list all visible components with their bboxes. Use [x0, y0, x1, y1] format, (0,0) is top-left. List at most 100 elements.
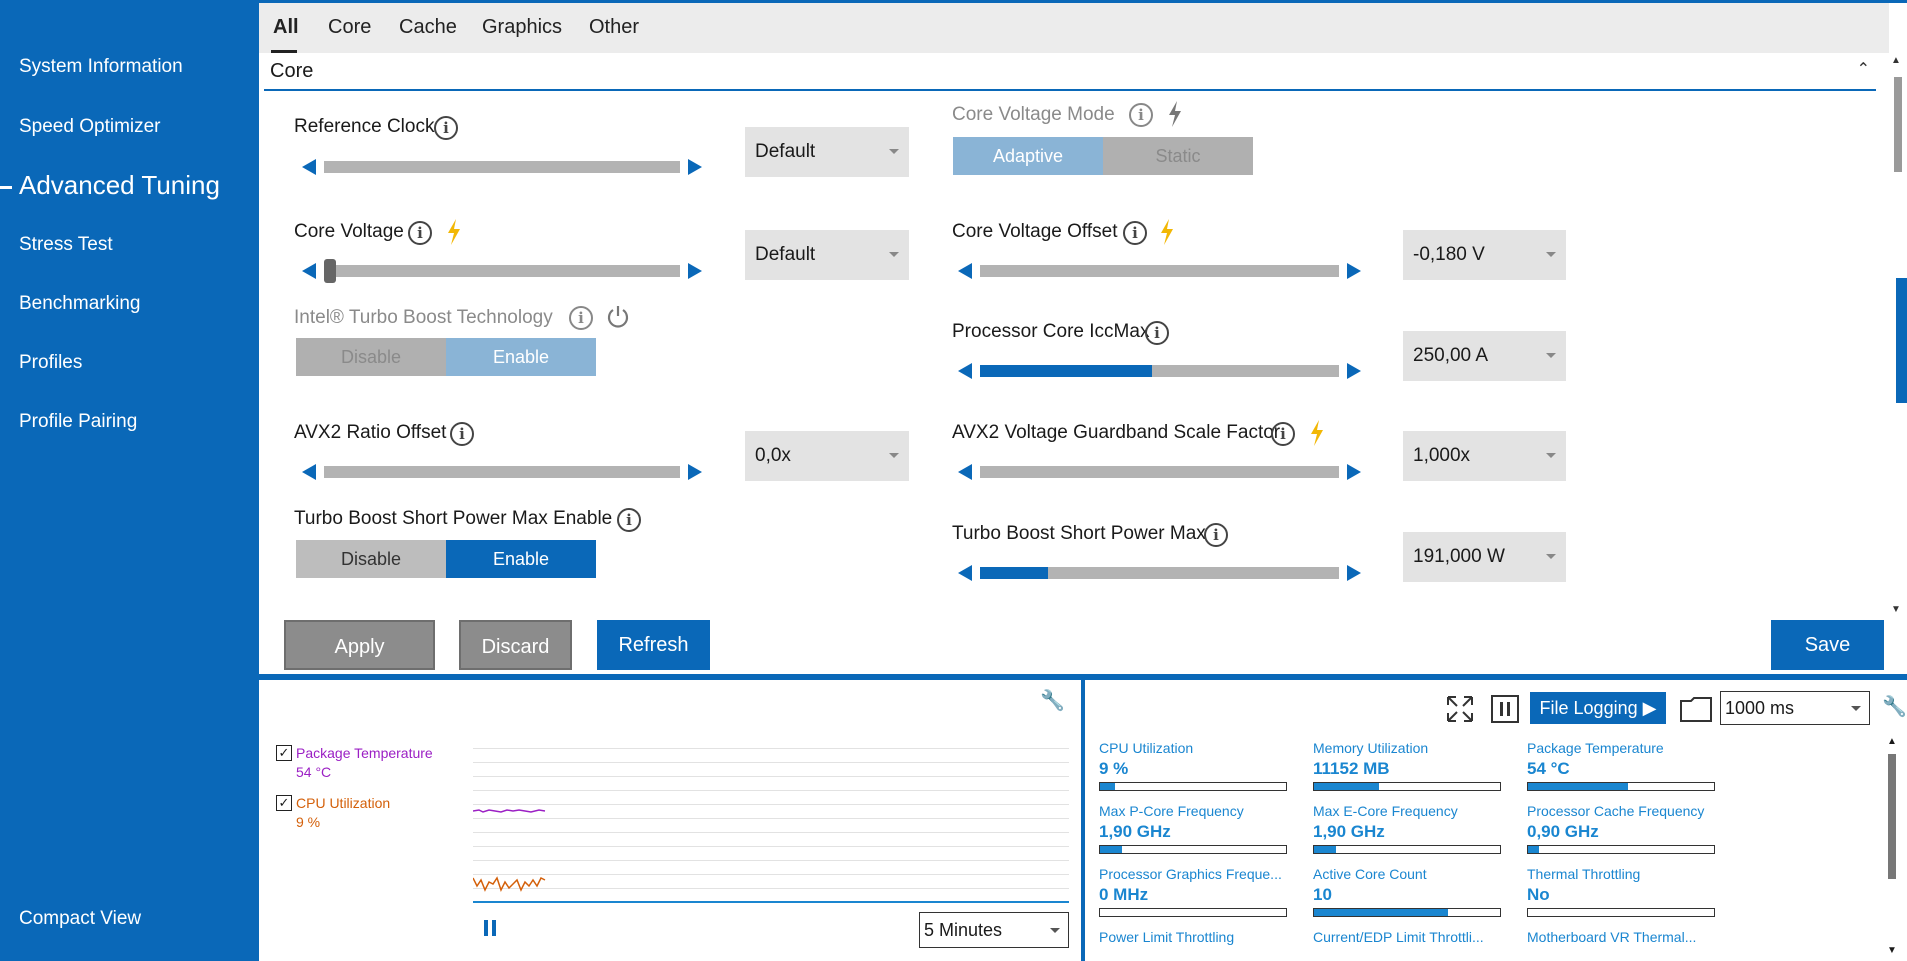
reference-clock-slider[interactable] [302, 156, 702, 178]
nav-profiles[interactable]: Profiles [19, 352, 82, 374]
info-icon[interactable]: i [434, 116, 458, 140]
turbo-boost-tech-label: Intel® Turbo Boost Technology [294, 307, 553, 328]
file-logging-button[interactable]: File Logging ▶ [1530, 692, 1666, 724]
turbo-short-power-max-enable-toggle[interactable]: Disable Enable [296, 540, 596, 578]
cpu-utilization-checkbox[interactable]: ✓ [276, 795, 292, 811]
scroll-up-icon[interactable]: ▲ [1887, 736, 1897, 747]
scroll-down-icon[interactable]: ▼ [1891, 604, 1901, 615]
slider-track[interactable] [980, 265, 1339, 277]
info-icon[interactable]: i [617, 508, 641, 532]
info-icon[interactable]: i [1271, 422, 1295, 446]
tab-other[interactable]: Other [589, 16, 639, 39]
gridline [473, 762, 1069, 763]
disable-option[interactable]: Disable [296, 338, 446, 376]
side-panel-handle[interactable] [1896, 278, 1907, 403]
decrement-arrow-icon[interactable] [302, 464, 316, 480]
decrement-arrow-icon[interactable] [302, 159, 316, 175]
increment-arrow-icon[interactable] [688, 159, 702, 175]
increment-arrow-icon[interactable] [1347, 263, 1361, 279]
tab-core[interactable]: Core [328, 16, 371, 39]
info-icon[interactable]: i [1129, 103, 1153, 127]
decrement-arrow-icon[interactable] [958, 464, 972, 480]
info-icon[interactable]: i [408, 221, 432, 245]
time-range-select[interactable]: 5 Minutes [919, 912, 1069, 948]
logging-interval-select[interactable]: 1000 ms [1720, 691, 1870, 725]
chevron-down-icon [889, 149, 899, 154]
scroll-up-icon[interactable]: ▲ [1891, 55, 1901, 66]
refresh-button[interactable]: Refresh [597, 620, 710, 670]
core-voltage-offset-slider[interactable] [958, 260, 1361, 282]
apply-button[interactable]: Apply [284, 620, 435, 670]
pause-icon[interactable] [1490, 694, 1520, 724]
enable-option[interactable]: Enable [446, 338, 596, 376]
increment-arrow-icon[interactable] [1347, 464, 1361, 480]
avx2-guardband-slider[interactable] [958, 461, 1361, 483]
turbo-short-power-max-slider[interactable] [958, 562, 1361, 584]
decrement-arrow-icon[interactable] [302, 263, 316, 279]
core-voltage-dropdown[interactable]: Default [745, 230, 909, 280]
section-header-core[interactable]: Core ⌃ [264, 55, 1876, 91]
processor-core-iccmax-dropdown[interactable]: 250,00 A [1403, 331, 1566, 381]
avx2-ratio-offset-dropdown[interactable]: 0,0x [745, 431, 909, 481]
legend-package-temperature-name: Package Temperature [296, 745, 433, 761]
folder-icon[interactable] [1679, 695, 1713, 723]
turbo-short-power-max-dropdown[interactable]: 191,000 W [1403, 532, 1566, 582]
slider-track[interactable] [324, 259, 680, 283]
scrollbar-thumb[interactable] [1894, 77, 1902, 172]
info-icon[interactable]: i [450, 422, 474, 446]
increment-arrow-icon[interactable] [688, 263, 702, 279]
nav-profile-pairing[interactable]: Profile Pairing [19, 411, 137, 433]
nav-system-information[interactable]: System Information [19, 56, 183, 78]
tab-cache[interactable]: Cache [399, 16, 457, 39]
slider-track[interactable] [324, 161, 680, 173]
slider-track[interactable] [980, 466, 1339, 478]
nav-advanced-tuning[interactable]: Advanced Tuning [19, 170, 220, 201]
save-button[interactable]: Save [1771, 620, 1884, 670]
metric-bar-fill [1100, 846, 1123, 853]
nav-speed-optimizer[interactable]: Speed Optimizer [19, 116, 161, 138]
metric-bar-fill [1528, 846, 1540, 853]
reference-clock-dropdown[interactable]: Default [745, 127, 909, 177]
pause-icon[interactable] [484, 920, 498, 936]
info-icon[interactable]: i [1123, 221, 1147, 245]
discard-button[interactable]: Discard [459, 620, 572, 670]
nav-benchmarking[interactable]: Benchmarking [19, 293, 140, 315]
increment-arrow-icon[interactable] [1347, 565, 1361, 581]
chevron-up-icon[interactable]: ⌃ [1857, 59, 1870, 79]
avx2-guardband-dropdown[interactable]: 1,000x [1403, 431, 1566, 481]
disable-option[interactable]: Disable [296, 540, 446, 578]
increment-arrow-icon[interactable] [1347, 363, 1361, 379]
package-temperature-checkbox[interactable]: ✓ [276, 745, 292, 761]
slider-track[interactable] [980, 365, 1339, 377]
gridline [473, 860, 1069, 861]
info-icon[interactable]: i [569, 306, 593, 330]
compact-view-link[interactable]: Compact View [19, 908, 141, 930]
core-voltage-slider[interactable] [302, 259, 702, 283]
nav-stress-test[interactable]: Stress Test [19, 234, 113, 256]
tab-graphics[interactable]: Graphics [482, 16, 562, 39]
increment-arrow-icon[interactable] [688, 464, 702, 480]
core-voltage-mode-toggle[interactable]: Adaptive Static [953, 137, 1253, 175]
info-icon[interactable]: i [1204, 523, 1228, 547]
wrench-icon[interactable]: 🔧 [1040, 688, 1065, 713]
core-voltage-offset-dropdown[interactable]: -0,180 V [1403, 230, 1566, 280]
decrement-arrow-icon[interactable] [958, 263, 972, 279]
slider-thumb[interactable] [324, 259, 336, 283]
slider-track[interactable] [324, 466, 680, 478]
static-option[interactable]: Static [1103, 137, 1253, 175]
enable-option[interactable]: Enable [446, 540, 596, 578]
expand-icon[interactable] [1445, 694, 1475, 724]
info-icon[interactable]: i [1145, 321, 1169, 345]
avx2-ratio-offset-slider[interactable] [302, 461, 702, 483]
turbo-boost-tech-toggle[interactable]: Disable Enable [296, 338, 596, 376]
wrench-icon[interactable]: 🔧 [1882, 694, 1907, 719]
decrement-arrow-icon[interactable] [958, 363, 972, 379]
processor-core-iccmax-slider[interactable] [958, 360, 1361, 382]
tab-all[interactable]: All [273, 16, 299, 39]
scrollbar-thumb[interactable] [1888, 754, 1896, 879]
scroll-down-icon[interactable]: ▼ [1887, 945, 1897, 956]
slider-track[interactable] [980, 567, 1339, 579]
decrement-arrow-icon[interactable] [958, 565, 972, 581]
monitor-scrollbar[interactable]: ▲ ▼ [1885, 736, 1899, 956]
adaptive-option[interactable]: Adaptive [953, 137, 1103, 175]
